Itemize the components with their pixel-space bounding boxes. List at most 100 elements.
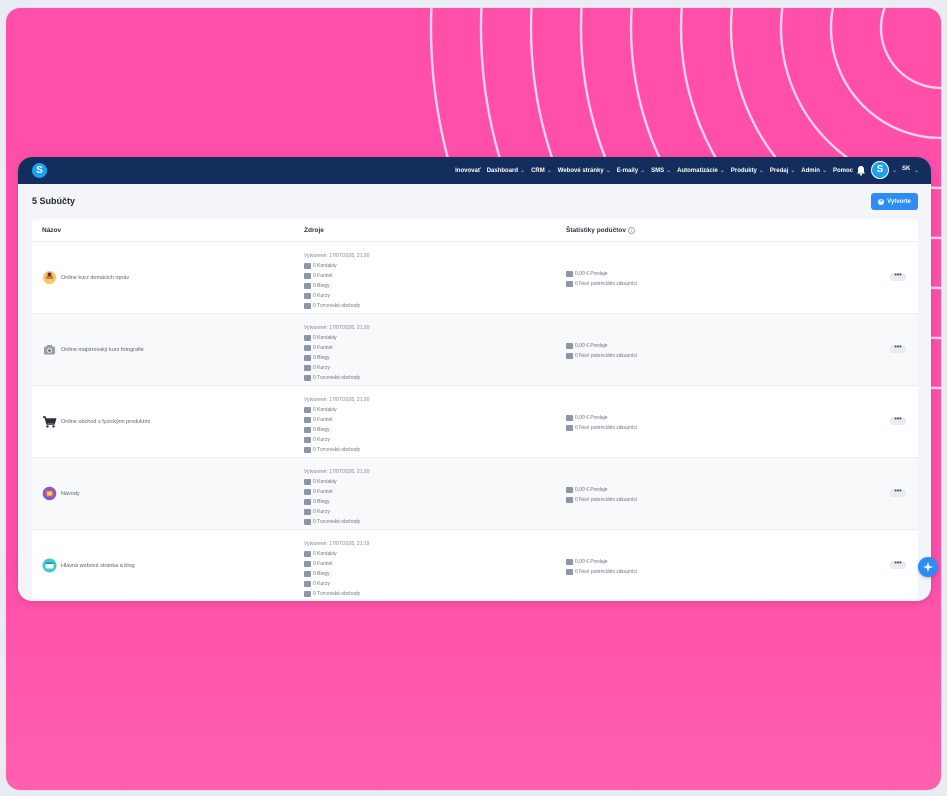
funnel-icon (304, 345, 311, 351)
stat-sales-label: 0,00 € Predaje (575, 559, 608, 565)
nav-item[interactable]: Automatizácie ⌄ (677, 167, 725, 174)
table-row[interactable]: Hlavná webová stránka a blog Vytvorené: 1… (32, 529, 918, 599)
chevron-down-icon: ⌄ (719, 168, 725, 174)
subaccount-name-cell[interactable]: Online majstrovský kurz fotografie (42, 314, 144, 385)
nav-item[interactable]: Produkty ⌄ (731, 167, 764, 174)
source-blogs-label: 0 Blogy (313, 283, 330, 289)
stat-leads-label: 0 Noví potenciálni zákazníci (575, 281, 637, 287)
source-stores-label: 0 Tvrcovské obchody (313, 447, 361, 453)
app-logo[interactable]: S (32, 163, 47, 178)
nav-item[interactable]: CRM ⌄ (531, 167, 552, 174)
source-courses-label: 0 Kurzy (313, 293, 330, 299)
source-courses: 0 Kurzy (304, 363, 369, 373)
nav-item-label: Automatizácie (677, 168, 718, 174)
top-navbar: S Inovovať Dashboard ⌄ CRM ⌄ Webové stránky ⌄ E… (18, 157, 931, 184)
row-more-button[interactable]: ••• (890, 272, 906, 281)
stat-sales-label: 0,00 € Predaje (575, 271, 608, 277)
tools-icon (42, 270, 57, 285)
store-icon (304, 447, 311, 453)
nav-item[interactable]: SMS ⌄ (651, 167, 671, 174)
chevron-down-icon: ⌄ (666, 168, 672, 174)
source-blogs-label: 0 Blogy (313, 499, 330, 505)
source-contacts: 0 Kontakty (304, 477, 369, 487)
stats-cell: 0,00 € Predaje 0 Noví potenciálni zákazní… (566, 269, 637, 289)
header-name: Názov (42, 227, 62, 234)
source-courses-label: 0 Kurzy (313, 437, 330, 443)
chevron-down-icon[interactable]: ⌄ (914, 167, 919, 174)
subaccount-name-cell[interactable]: Hlavná webová stránka a blog (42, 530, 135, 599)
source-courses-label: 0 Kurzy (313, 581, 330, 587)
course-icon (304, 509, 311, 515)
subaccount-name-cell[interactable]: Online obchod s fyzickými produktmi (42, 386, 150, 457)
source-contacts: 0 Kontakty (304, 261, 369, 271)
source-contacts: 0 Kontakty (304, 549, 369, 559)
source-courses: 0 Kurzy (304, 507, 369, 517)
stat-sales: 0,00 € Predaje (566, 557, 637, 567)
subaccount-name[interactable]: Online obchod s fyzickými produktmi (61, 419, 150, 425)
chevron-down-icon: ⌄ (605, 168, 611, 174)
funnel-icon (566, 425, 573, 431)
header-sources: Zdroje (304, 227, 324, 234)
nav-item[interactable]: Webové stránky ⌄ (558, 167, 611, 174)
subaccount-name-cell[interactable]: Online kurz domácich opráv (42, 242, 129, 313)
source-stores: 0 Tvrcovské obchody (304, 373, 369, 383)
language-selector[interactable]: SK (902, 166, 910, 172)
source-courses-label: 0 Kurzy (313, 365, 330, 371)
row-more-button[interactable]: ••• (890, 488, 906, 497)
source-funnel-label: 0 Funnel (313, 417, 333, 423)
source-blogs-label: 0 Blogy (313, 355, 330, 361)
subaccount-name[interactable]: Online kurz domácich opráv (61, 275, 129, 281)
source-stores: 0 Tvrcovské obchody (304, 445, 369, 455)
row-more-button[interactable]: ••• (890, 416, 906, 425)
nav-item[interactable]: Pomoc (833, 168, 853, 174)
store-icon (304, 375, 311, 381)
subaccount-name[interactable]: Návody (61, 491, 80, 497)
chevron-down-icon[interactable]: ⌄ (892, 167, 897, 174)
row-more-button[interactable]: ••• (890, 344, 906, 353)
source-courses: 0 Kurzy (304, 291, 369, 301)
table-row[interactable]: Online majstrovský kurz fotografie Vytvor… (32, 313, 918, 385)
source-blogs: 0 Blogy (304, 281, 369, 291)
chat-assistant-button[interactable] (918, 557, 938, 577)
nav-item-label: Produkty (730, 168, 757, 174)
source-funnel: 0 Funnel (304, 487, 369, 497)
money-icon (566, 559, 573, 565)
nav-item-label: CRM (531, 168, 545, 174)
stat-leads: 0 Noví potenciálni zákazníci (566, 567, 637, 577)
source-funnel-label: 0 Funnel (313, 345, 333, 351)
course-icon (304, 293, 311, 299)
nav-item-label: Webové stránky (557, 168, 604, 174)
nav-item-label: Inovovať (455, 167, 481, 174)
table-row[interactable]: Návody Vytvorené: 17/07/2026, 21:20 0 Kont… (32, 457, 918, 529)
table-row[interactable]: Online kurz domácich opráv Vytvorené: 17/… (32, 241, 918, 313)
blog-icon (304, 427, 311, 433)
nav-item[interactable]: Predaj ⌄ (770, 167, 795, 174)
stat-leads-label: 0 Noví potenciálni zákazníci (575, 353, 637, 359)
stat-sales: 0,00 € Predaje (566, 485, 637, 495)
source-contacts-label: 0 Kontakty (313, 335, 337, 341)
table-row[interactable]: Online obchod s fyzickými produktmi Vytvo… (32, 385, 918, 457)
contacts-icon (304, 479, 311, 485)
nav-item[interactable]: Inovovať (455, 168, 481, 174)
bell-icon[interactable] (856, 165, 866, 176)
subaccount-name[interactable]: Hlavná webová stránka a blog (61, 563, 135, 569)
funnel-icon (566, 569, 573, 575)
funnel-icon (304, 417, 311, 423)
source-stores: 0 Tvrcovské obchody (304, 517, 369, 527)
info-icon[interactable]: i (627, 227, 635, 234)
source-contacts-label: 0 Kontakty (313, 551, 337, 557)
money-icon (566, 271, 573, 277)
avatar[interactable]: S (872, 162, 888, 178)
nav-item[interactable]: Admin ⌄ (801, 167, 827, 174)
stat-sales: 0,00 € Predaje (566, 269, 637, 279)
stat-sales: 0,00 € Predaje (566, 341, 637, 351)
nav-item[interactable]: Dashboard ⌄ (487, 167, 525, 174)
create-button[interactable]: + Vytvorte (871, 193, 918, 210)
nav-item[interactable]: E-maily ⌄ (617, 167, 645, 174)
subaccount-name-cell[interactable]: Návody (42, 458, 80, 529)
source-funnel: 0 Funnel (304, 559, 369, 569)
subaccount-name[interactable]: Online majstrovský kurz fotografie (61, 347, 144, 353)
website-icon (42, 558, 57, 573)
row-more-button[interactable]: ••• (890, 560, 906, 569)
source-blogs: 0 Blogy (304, 425, 369, 435)
